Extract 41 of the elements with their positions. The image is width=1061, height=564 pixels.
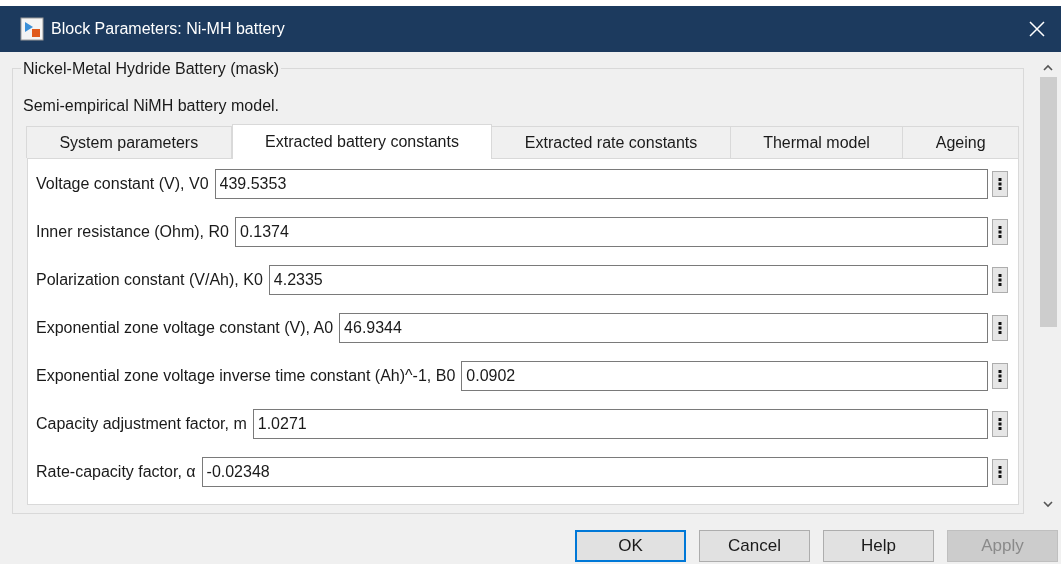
dialog-button[interactable]: Cancel [699,530,810,562]
parameter-label: Inner resistance (Ohm), R0 [36,222,229,242]
more-button[interactable] [992,267,1008,293]
parameter-label: Rate-capacity factor, α [36,462,196,482]
input-field[interactable]: 439.5353 [214,169,988,199]
description-text: Semi-empirical NiMH battery model. [23,96,281,116]
tab[interactable]: System parameters [26,126,232,158]
parameter-label: Exponential zone voltage constant (V), A0 [36,318,334,338]
input-field[interactable]: 0.1374 [234,217,988,247]
window-title: Block Parameters: Ni-MH battery [51,19,285,39]
more-button[interactable] [992,459,1008,485]
input-field[interactable]: 46.9344 [339,313,988,343]
more-button[interactable] [992,411,1008,437]
input-field[interactable]: -0.02348 [201,457,988,487]
dialog-button[interactable]: Help [823,530,934,562]
input-field[interactable]: 4.2335 [268,265,988,295]
more-icon [998,273,1002,287]
app-icon [20,17,44,41]
parameter-label: Exponential zone voltage inverse time constant (Ah)^-1, B0 [36,366,456,386]
more-button[interactable] [992,171,1008,197]
scroll-up-icon[interactable] [1043,64,1053,71]
more-button[interactable] [992,315,1008,341]
parameter-label: Capacity adjustment factor, m [36,414,247,434]
scroll-down-icon[interactable] [1043,501,1053,508]
more-icon [998,177,1002,191]
tab[interactable]: Extracted battery constants [231,124,493,159]
more-icon [998,225,1002,239]
more-icon [998,321,1002,335]
close-icon [1029,21,1045,37]
scroll-thumb[interactable] [1039,77,1057,327]
input-field[interactable]: 1.0271 [252,409,988,439]
parameter-label: Voltage constant (V), V0 [36,174,209,194]
tab[interactable]: Ageing [902,126,1020,158]
parameter-label: Polarization constant (V/Ah), K0 [36,270,263,290]
more-icon [998,465,1002,479]
dialog-button[interactable]: OK [575,530,686,562]
more-icon [998,417,1002,431]
more-icon [998,369,1002,383]
more-button[interactable] [992,363,1008,389]
more-button[interactable] [992,219,1008,245]
input-field[interactable]: 0.0902 [461,361,988,391]
